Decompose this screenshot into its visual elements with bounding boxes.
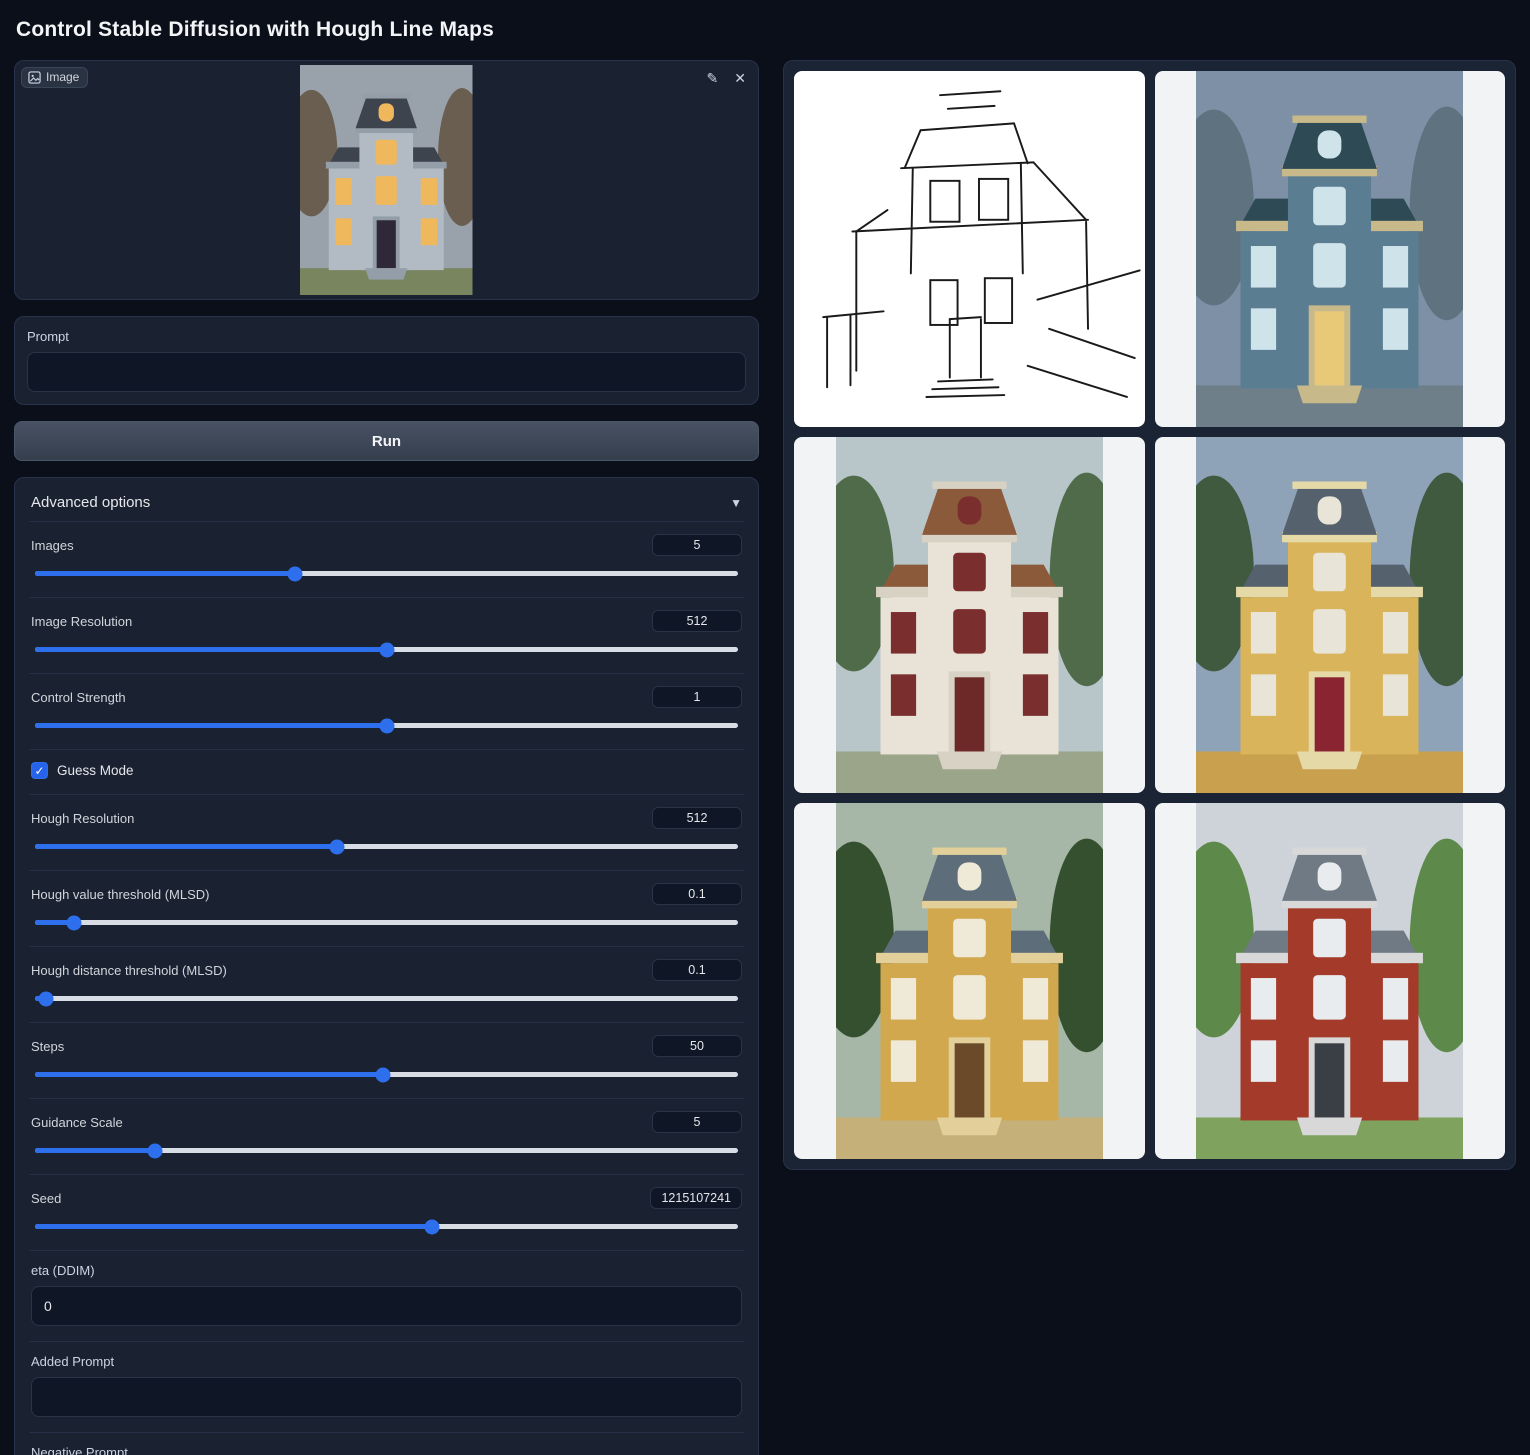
image-input-panel: Image ✎ ✕	[14, 60, 759, 300]
slider-handle-seed[interactable]	[425, 1219, 440, 1234]
advanced-options-title: Advanced options	[31, 494, 150, 511]
negative-prompt-row: Negative Prompt	[29, 1432, 744, 1455]
slider-value-seed[interactable]: 1215107241	[650, 1187, 742, 1209]
slider-handle-steps[interactable]	[375, 1067, 390, 1082]
slider-fill	[35, 1072, 383, 1077]
gallery-item-hough-line-map[interactable]	[794, 71, 1145, 427]
image-label-badge: Image	[21, 67, 88, 88]
slider-value-hough-resolution[interactable]: 512	[652, 807, 742, 829]
slider-track-hough-resolution[interactable]	[35, 844, 738, 849]
input-image-victorian-house-photo	[300, 65, 473, 295]
slider-handle-hough-resolution[interactable]	[330, 839, 345, 854]
slider-label-hough-value-threshold: Hough value threshold (MLSD)	[31, 887, 209, 902]
gallery-item-yellow-victorian[interactable]	[1155, 437, 1506, 793]
slider-handle-image-resolution[interactable]	[379, 642, 394, 657]
gallery-item-blue-victorian[interactable]	[1155, 71, 1506, 427]
slider-handle-control-strength[interactable]	[379, 718, 394, 733]
red-brick-victorian-painting	[1196, 803, 1463, 1159]
slider-track-guidance-scale[interactable]	[35, 1148, 738, 1153]
slider-track-control-strength[interactable]	[35, 723, 738, 728]
eta-label: eta (DDIM)	[31, 1263, 742, 1278]
slider-label-hough-distance-threshold: Hough distance threshold (MLSD)	[31, 963, 227, 978]
added-prompt-input[interactable]	[31, 1377, 742, 1417]
slider-value-images[interactable]: 5	[652, 534, 742, 556]
slider-handle-hough-distance-threshold[interactable]	[38, 991, 53, 1006]
slider-fill	[35, 1224, 432, 1229]
slider-track-hough-distance-threshold[interactable]	[35, 996, 738, 1001]
slider-row-image-resolution: Image Resolution 512	[29, 597, 744, 673]
added-prompt-label: Added Prompt	[31, 1354, 742, 1369]
gallery-item-gold-victorian[interactable]	[794, 803, 1145, 1159]
image-label: Image	[46, 70, 79, 84]
gallery-item-white-victorian[interactable]	[794, 437, 1145, 793]
slider-fill	[35, 1148, 155, 1153]
white-victorian-painting	[836, 437, 1103, 793]
app-root: Control Stable Diffusion with Hough Line…	[0, 0, 1530, 1455]
slider-label-seed: Seed	[31, 1191, 61, 1206]
controls-column: Image ✎ ✕ Prompt Run Advanced	[14, 60, 759, 1455]
slider-handle-images[interactable]	[288, 566, 303, 581]
slider-row-hough-value-threshold: Hough value threshold (MLSD) 0.1	[29, 870, 744, 946]
slider-value-hough-distance-threshold[interactable]: 0.1	[652, 959, 742, 981]
slider-track-steps[interactable]	[35, 1072, 738, 1077]
results-gallery	[783, 60, 1516, 1170]
yellow-victorian-painting	[1196, 437, 1463, 793]
slider-value-steps[interactable]: 50	[652, 1035, 742, 1057]
slider-track-images[interactable]	[35, 571, 738, 576]
slider-value-hough-value-threshold[interactable]: 0.1	[652, 883, 742, 905]
added-prompt-row: Added Prompt	[29, 1341, 744, 1432]
slider-track-image-resolution[interactable]	[35, 647, 738, 652]
checkbox-checked-icon[interactable]: ✓	[31, 762, 48, 779]
clear-image-button[interactable]: ✕	[732, 69, 748, 87]
slider-value-control-strength[interactable]: 1	[652, 686, 742, 708]
slider-label-images: Images	[31, 538, 74, 553]
slider-row-guidance-scale: Guidance Scale 5	[29, 1098, 744, 1174]
input-image[interactable]	[300, 65, 473, 295]
guess-mode-label: Guess Mode	[57, 763, 134, 778]
slider-row-images: Images 5	[29, 521, 744, 597]
slider-fill	[35, 844, 337, 849]
hough-line-map-image	[794, 71, 1145, 427]
prompt-input[interactable]	[27, 352, 746, 392]
slider-row-steps: Steps 50	[29, 1022, 744, 1098]
slider-label-steps: Steps	[31, 1039, 64, 1054]
slider-track-seed[interactable]	[35, 1224, 738, 1229]
blue-victorian-painting	[1196, 71, 1463, 427]
slider-handle-guidance-scale[interactable]	[147, 1143, 162, 1158]
slider-track-hough-value-threshold[interactable]	[35, 920, 738, 925]
slider-fill	[35, 647, 387, 652]
eta-field-row: eta (DDIM)	[29, 1250, 744, 1341]
prompt-label: Prompt	[27, 329, 746, 344]
eta-input[interactable]	[31, 1286, 742, 1326]
slider-label-control-strength: Control Strength	[31, 690, 126, 705]
slider-label-guidance-scale: Guidance Scale	[31, 1115, 123, 1130]
advanced-options-panel: Advanced options ▼ Images 5	[14, 477, 759, 1455]
slider-row-hough-distance-threshold: Hough distance threshold (MLSD) 0.1	[29, 946, 744, 1022]
slider-value-guidance-scale[interactable]: 5	[652, 1111, 742, 1133]
collapse-caret-icon: ▼	[730, 496, 742, 510]
edit-image-button[interactable]: ✎	[705, 69, 721, 87]
gallery-item-red-brick-victorian[interactable]	[1155, 803, 1506, 1159]
advanced-options-accordion[interactable]: Advanced options ▼	[29, 490, 744, 521]
negative-prompt-label: Negative Prompt	[31, 1445, 742, 1455]
slider-row-hough-resolution: Hough Resolution 512	[29, 794, 744, 870]
slider-fill	[35, 571, 295, 576]
slider-handle-hough-value-threshold[interactable]	[66, 915, 81, 930]
run-button[interactable]: Run	[14, 421, 759, 461]
image-icon	[28, 71, 41, 84]
slider-label-hough-resolution: Hough Resolution	[31, 811, 134, 826]
page-title: Control Stable Diffusion with Hough Line…	[16, 18, 1516, 42]
gold-victorian-painting	[836, 803, 1103, 1159]
prompt-panel: Prompt	[14, 316, 759, 405]
slider-label-image-resolution: Image Resolution	[31, 614, 132, 629]
slider-row-seed: Seed 1215107241	[29, 1174, 744, 1250]
slider-fill	[35, 723, 387, 728]
guess-mode-checkbox[interactable]: ✓ Guess Mode	[29, 749, 744, 794]
slider-row-control-strength: Control Strength 1	[29, 673, 744, 749]
slider-value-image-resolution[interactable]: 512	[652, 610, 742, 632]
